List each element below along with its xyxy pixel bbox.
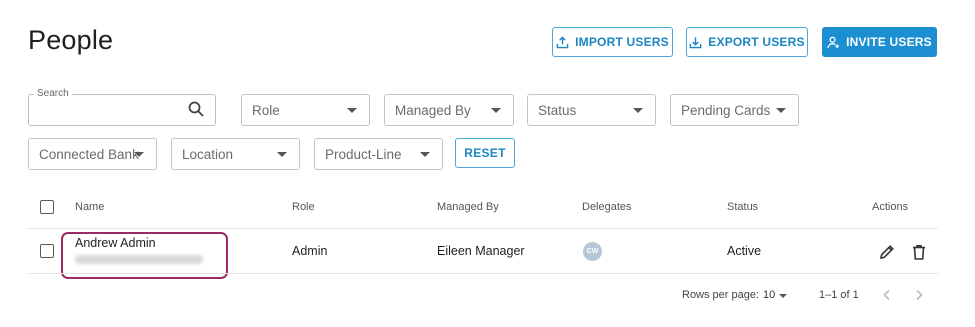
table-row-divider	[28, 273, 938, 274]
column-header-managed-by[interactable]: Managed By	[437, 201, 499, 213]
role-filter-label: Role	[252, 102, 280, 118]
page-title: People	[28, 25, 114, 55]
chevron-down-icon	[776, 108, 786, 113]
chevron-down-icon	[633, 108, 643, 113]
chevron-down-icon	[277, 152, 287, 157]
table-header-divider	[28, 228, 938, 229]
rows-per-page-label: Rows per page:	[682, 289, 760, 301]
column-header-delegates[interactable]: Delegates	[582, 201, 632, 213]
user-role: Admin	[292, 244, 328, 258]
chevron-down-icon	[134, 152, 144, 157]
search-icon[interactable]	[188, 101, 204, 117]
download-icon	[689, 36, 702, 48]
role-filter[interactable]: Role	[241, 94, 370, 126]
export-users-label: EXPORT USERS	[708, 35, 805, 49]
rows-per-page-select[interactable]: 10	[763, 289, 775, 301]
chevron-down-icon	[347, 108, 357, 113]
search-label: Search	[34, 88, 72, 99]
managed-by-filter[interactable]: Managed By	[384, 94, 514, 126]
column-header-status[interactable]: Status	[727, 201, 758, 213]
product-line-filter-label: Product-Line	[325, 146, 402, 162]
user-status: Active	[727, 244, 762, 258]
import-users-label: IMPORT USERS	[575, 35, 669, 49]
pencil-icon[interactable]	[878, 243, 896, 261]
pending-cards-filter[interactable]: Pending Cards	[670, 94, 799, 126]
chevron-left-icon[interactable]	[880, 288, 894, 302]
delegate-avatar[interactable]: CW	[583, 242, 602, 261]
row-checkbox[interactable]	[40, 244, 54, 258]
chevron-down-icon	[491, 108, 501, 113]
column-header-actions: Actions	[872, 201, 909, 213]
chevron-down-icon	[420, 152, 430, 157]
user-managed-by: Eileen Manager	[437, 244, 525, 258]
connected-bank-filter[interactable]: Connected Bank	[28, 138, 157, 170]
select-all-checkbox[interactable]	[40, 200, 54, 214]
column-header-name[interactable]: Name	[75, 201, 104, 213]
trash-icon[interactable]	[910, 243, 928, 261]
pagination-range: 1–1 of 1	[819, 289, 859, 301]
managed-by-filter-label: Managed By	[395, 102, 471, 118]
chevron-down-icon[interactable]	[779, 294, 787, 298]
export-users-button[interactable]: EXPORT USERS	[686, 27, 808, 57]
column-header-role[interactable]: Role	[292, 201, 315, 213]
chevron-right-icon[interactable]	[912, 288, 926, 302]
location-filter-label: Location	[182, 146, 234, 162]
invite-users-button[interactable]: INVITE USERS	[822, 27, 937, 57]
upload-icon	[556, 35, 569, 48]
status-filter[interactable]: Status	[527, 94, 656, 126]
product-line-filter[interactable]: Product-Line	[314, 138, 443, 170]
import-users-button[interactable]: IMPORT USERS	[552, 27, 673, 57]
invite-users-label: INVITE USERS	[846, 35, 932, 49]
reset-button[interactable]: RESET	[455, 138, 515, 168]
status-filter-label: Status	[538, 102, 577, 118]
user-plus-icon	[827, 36, 840, 48]
connected-bank-filter-label: Connected Bank	[39, 146, 139, 162]
location-filter[interactable]: Location	[171, 138, 300, 170]
name-cell-highlight	[61, 232, 228, 279]
pending-cards-filter-label: Pending Cards	[681, 102, 771, 118]
